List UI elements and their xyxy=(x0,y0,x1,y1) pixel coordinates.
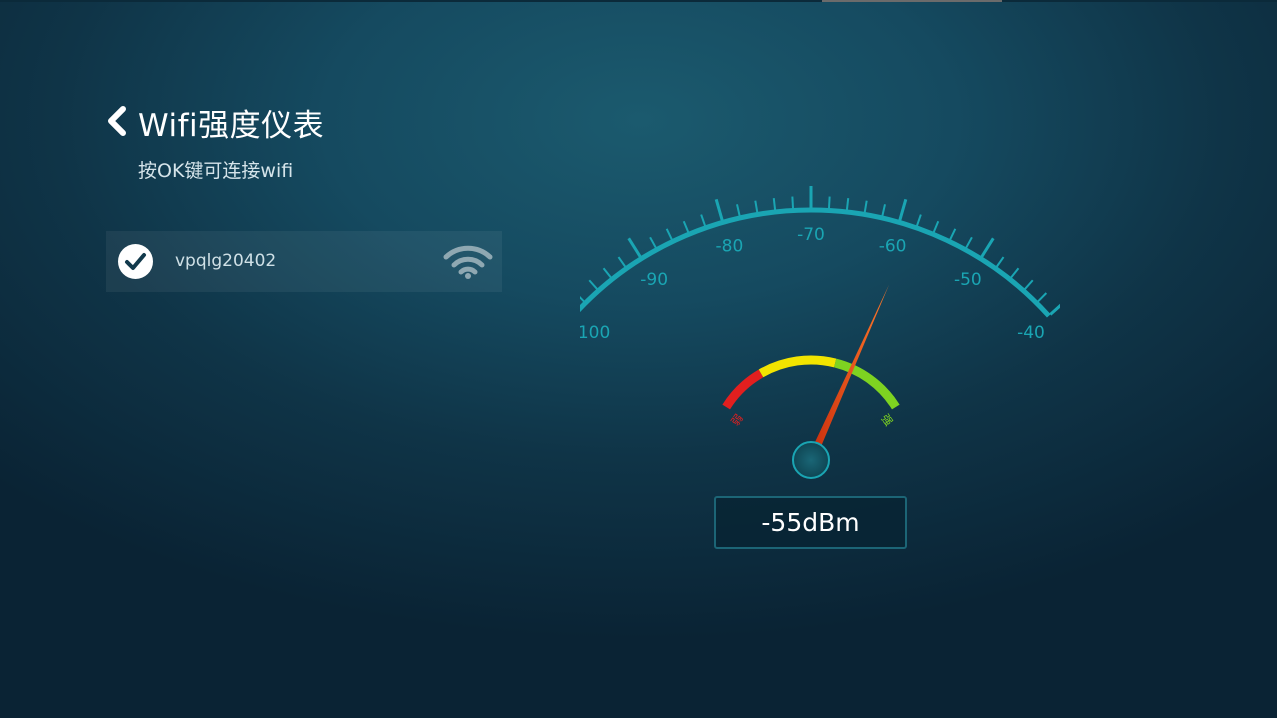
minor-tick xyxy=(617,256,627,268)
gauge-scale xyxy=(580,186,1060,318)
minor-tick xyxy=(932,220,940,233)
minor-tick xyxy=(845,197,850,211)
minor-tick xyxy=(995,256,1005,268)
signal-readout: -55dBm xyxy=(714,496,907,549)
back-arrow-icon[interactable] xyxy=(106,106,128,136)
minor-tick xyxy=(827,196,831,209)
minor-tick xyxy=(915,214,922,227)
tick-label: -90 xyxy=(640,270,668,290)
strength-band xyxy=(722,355,900,410)
connected-check-icon xyxy=(118,244,153,279)
top-status-bar xyxy=(0,0,1277,2)
page-subtitle: 按OK键可连接wifi xyxy=(138,160,294,182)
minor-tick xyxy=(736,204,741,217)
major-tick xyxy=(714,198,724,221)
minor-tick xyxy=(965,236,973,249)
strength-band-segment xyxy=(722,369,764,410)
tick-label: -80 xyxy=(716,236,744,256)
minor-tick xyxy=(682,220,690,233)
minor-tick xyxy=(791,196,795,209)
minor-tick xyxy=(700,214,707,227)
gauge-needle xyxy=(807,284,890,462)
minor-tick xyxy=(1037,292,1048,303)
minor-tick xyxy=(772,197,777,211)
minor-tick xyxy=(602,267,612,279)
minor-tick xyxy=(881,204,886,217)
tick-label: -60 xyxy=(879,236,907,256)
top-status-indicator xyxy=(822,0,1002,2)
major-tick xyxy=(627,237,642,258)
signal-strength-gauge: 弱 强 -100 -90 -80 -70 -60 -50 -40 dBm xyxy=(580,186,1060,479)
minor-tick xyxy=(649,236,657,249)
minor-tick xyxy=(580,295,585,303)
minor-tick xyxy=(588,279,598,290)
band-high-label: 强 xyxy=(878,412,895,428)
band-low-label: 弱 xyxy=(729,412,746,428)
strength-band-segment xyxy=(758,355,837,378)
minor-tick xyxy=(1010,267,1020,279)
major-tick xyxy=(980,237,995,258)
minor-tick xyxy=(665,228,673,241)
minor-tick xyxy=(949,228,957,241)
needle-hub xyxy=(792,441,830,479)
tick-label: -70 xyxy=(797,225,825,245)
tick-label: -100 xyxy=(580,323,610,343)
tick-label: -50 xyxy=(954,270,982,290)
wifi-signal-icon xyxy=(443,245,493,279)
minor-tick xyxy=(1024,279,1034,290)
wifi-network-item[interactable]: vpqlg20402 xyxy=(106,231,502,292)
wifi-ssid: vpqlg20402 xyxy=(175,251,277,271)
minor-tick xyxy=(754,200,759,213)
page-title: Wifi强度仪表 xyxy=(138,108,325,144)
tick-labels: -100 -90 -80 -70 -60 -50 -40 xyxy=(580,225,1045,343)
minor-tick xyxy=(863,200,868,213)
major-tick xyxy=(1049,303,1060,316)
tick-label: -40 xyxy=(1017,323,1045,343)
major-tick xyxy=(898,198,908,221)
unit-label: dBm xyxy=(1059,303,1060,342)
